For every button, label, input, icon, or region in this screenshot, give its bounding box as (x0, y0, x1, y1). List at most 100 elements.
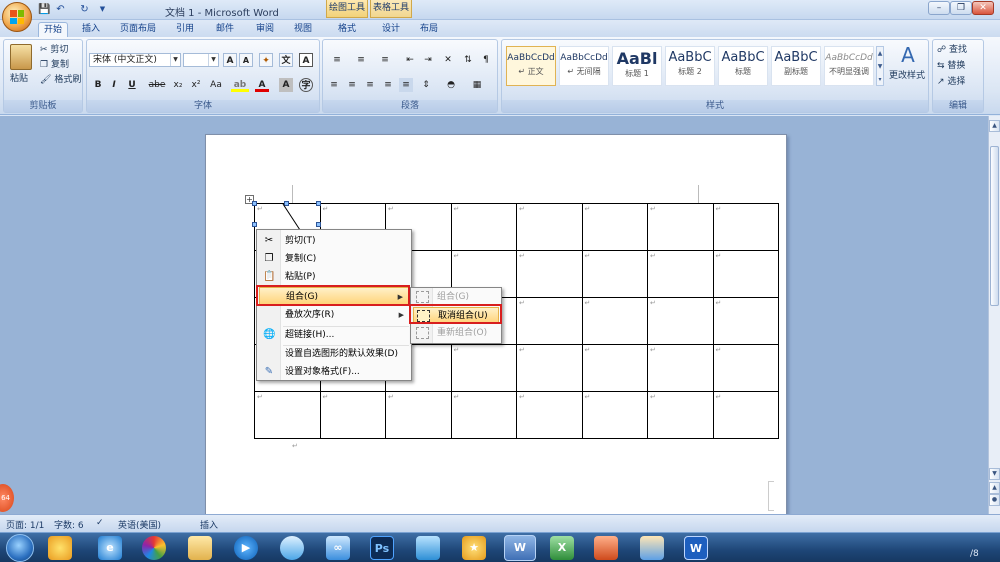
status-language[interactable]: 英语(美国) (118, 518, 161, 531)
align-left-icon[interactable]: ≡ (327, 78, 341, 92)
grow-font-icon[interactable]: A (223, 53, 237, 67)
line-spacing-icon[interactable]: ⇕ (419, 78, 433, 92)
copy-button[interactable]: ❐ 复制 (40, 59, 69, 71)
style-normal[interactable]: AaBbCcDd ↵ 正文 (506, 46, 556, 86)
restore-button[interactable]: ❐ (950, 1, 972, 15)
table-cell[interactable]: ↵ (647, 250, 714, 298)
clear-format-icon[interactable]: ✦ (259, 53, 273, 67)
table-cell[interactable]: ↵ (712, 203, 779, 251)
borders-icon[interactable]: ▦ (467, 78, 487, 92)
char-shading-icon[interactable]: A (279, 78, 293, 92)
menu-item-cut[interactable]: ✂ 剪切(T) (259, 232, 409, 250)
star-icon[interactable]: ★ (462, 536, 486, 560)
menu-item-set-default-shape[interactable]: 设置自选图形的默认效果(D) (259, 345, 409, 363)
save-icon[interactable]: 💾 (38, 3, 51, 16)
table-cell[interactable]: ↵ (647, 203, 714, 251)
browse-object-icon[interactable]: ● (989, 494, 1000, 506)
baidu-cloud-icon[interactable]: ∞ (326, 536, 350, 560)
table-cell[interactable]: ↵ (516, 297, 583, 345)
table-cell[interactable]: ↵ (254, 391, 321, 439)
italic-button[interactable]: I (107, 78, 121, 92)
paste-button[interactable]: 粘贴 (10, 73, 28, 85)
photoshop-icon[interactable]: Ps (370, 536, 394, 560)
menu-item-copy[interactable]: ❐ 复制(C) (259, 250, 409, 268)
font-color-icon[interactable]: A (255, 78, 269, 92)
paste-icon[interactable] (10, 44, 32, 70)
scroll-up-icon[interactable]: ▲ (989, 120, 1000, 132)
table-cell[interactable]: ↵ (581, 344, 648, 392)
multilevel-list-icon[interactable]: ≡ (375, 53, 395, 67)
align-center-icon[interactable]: ≡ (345, 78, 359, 92)
enclose-char-icon[interactable]: 字 (299, 78, 313, 92)
start-button[interactable] (6, 534, 34, 562)
numbering-icon[interactable]: ≡ (351, 53, 371, 67)
style-no-spacing[interactable]: AaBbCcDd ↵ 无间隔 (559, 46, 609, 86)
font-name-combo[interactable]: 宋体 (中文正文) ▼ (89, 53, 181, 67)
excel-icon[interactable]: X (550, 536, 574, 560)
close-button[interactable]: ✕ (972, 1, 994, 15)
table-cell[interactable]: ↵ (516, 391, 583, 439)
status-insert-mode[interactable]: 插入 (200, 518, 218, 531)
status-word-count[interactable]: 字数: 6 (54, 518, 84, 531)
style-subtle-emphasis[interactable]: AaBbCcDd 不明显强调 (824, 46, 874, 86)
table-cell[interactable]: ↵ (647, 297, 714, 345)
table-cell[interactable]: ↵ (450, 344, 517, 392)
windows-flag-icon[interactable] (48, 536, 72, 560)
table-cell[interactable]: ↵ (516, 344, 583, 392)
table-cell[interactable]: ↵ (581, 203, 648, 251)
sort-icon[interactable]: ⇅ (461, 53, 475, 67)
tab-page-layout[interactable]: 页面布局 (114, 22, 162, 37)
table-cell[interactable]: ↵ (712, 250, 779, 298)
qq-icon[interactable] (280, 536, 304, 560)
redo-icon[interactable]: ↻ (78, 3, 91, 16)
tab-view[interactable]: 视图 (288, 22, 318, 37)
media-center-icon[interactable] (142, 536, 166, 560)
bullets-icon[interactable]: ≡ (327, 53, 347, 67)
styles-scroll-icon[interactable]: ▲ ▼ ▾ (876, 46, 884, 86)
paint-icon[interactable] (640, 536, 664, 560)
change-styles-button[interactable]: 更改样式 (889, 70, 925, 82)
office-button[interactable] (2, 2, 32, 32)
change-case-button[interactable]: Aa (207, 78, 225, 92)
status-page[interactable]: 页面: 1/1 (6, 518, 44, 531)
select-button[interactable]: ↗ 选择 (937, 76, 965, 88)
decrease-indent-icon[interactable]: ⇤ (403, 53, 417, 67)
table-cell[interactable]: ↵ (712, 297, 779, 345)
table-cell[interactable]: ↵ (450, 203, 517, 251)
table-cell[interactable]: ↵ (647, 344, 714, 392)
menu-item-order[interactable]: 叠放次序(R) ▶ (259, 306, 409, 324)
table-cell[interactable]: ↵ (712, 344, 779, 392)
show-marks-icon[interactable]: ¶ (479, 53, 493, 67)
table-cell[interactable]: ↵ (516, 250, 583, 298)
phonetic-guide-icon[interactable]: 文 (279, 53, 293, 67)
prev-page-icon[interactable]: ▲ (989, 482, 1000, 494)
menu-item-format-object[interactable]: ✎ 设置对象格式(F)... (259, 363, 409, 381)
change-styles-icon[interactable]: A (896, 44, 920, 66)
tab-format[interactable]: 格式 (330, 22, 364, 37)
replace-button[interactable]: ⇆ 替换 (937, 60, 965, 72)
format-painter-button[interactable]: 🖌 格式刷 (40, 74, 81, 86)
tab-mailings[interactable]: 邮件 (210, 22, 240, 37)
wps-icon[interactable]: W (684, 536, 708, 560)
tab-references[interactable]: 引用 (170, 22, 200, 37)
justify-icon[interactable]: ≡ (381, 78, 395, 92)
underline-button[interactable]: U (125, 78, 139, 92)
style-subtitle[interactable]: AaBbC 副标题 (771, 46, 821, 86)
table-cell[interactable]: ↵ (647, 391, 714, 439)
tab-design[interactable]: 设计 (374, 22, 408, 37)
bird-icon[interactable] (416, 536, 440, 560)
minimize-button[interactable]: – (928, 1, 950, 15)
ie-icon[interactable]: e (98, 536, 122, 560)
table-cell[interactable]: ↵ (319, 391, 386, 439)
strikethrough-button[interactable]: abe (147, 78, 167, 92)
qat-customize-icon[interactable]: ▼ (96, 3, 109, 16)
tab-insert[interactable]: 插入 (76, 22, 106, 37)
table-cell[interactable]: ↵ (712, 391, 779, 439)
distributed-icon[interactable]: ≡ (399, 78, 413, 92)
shading-icon[interactable]: ◓ (441, 78, 461, 92)
shrink-font-icon[interactable]: A (239, 53, 253, 67)
style-heading-1[interactable]: AaBl 标题 1 (612, 46, 662, 86)
char-border-icon[interactable]: A (299, 53, 313, 67)
undo-icon[interactable]: ↶ (54, 3, 67, 16)
table-cell[interactable]: ↵ (581, 297, 648, 345)
